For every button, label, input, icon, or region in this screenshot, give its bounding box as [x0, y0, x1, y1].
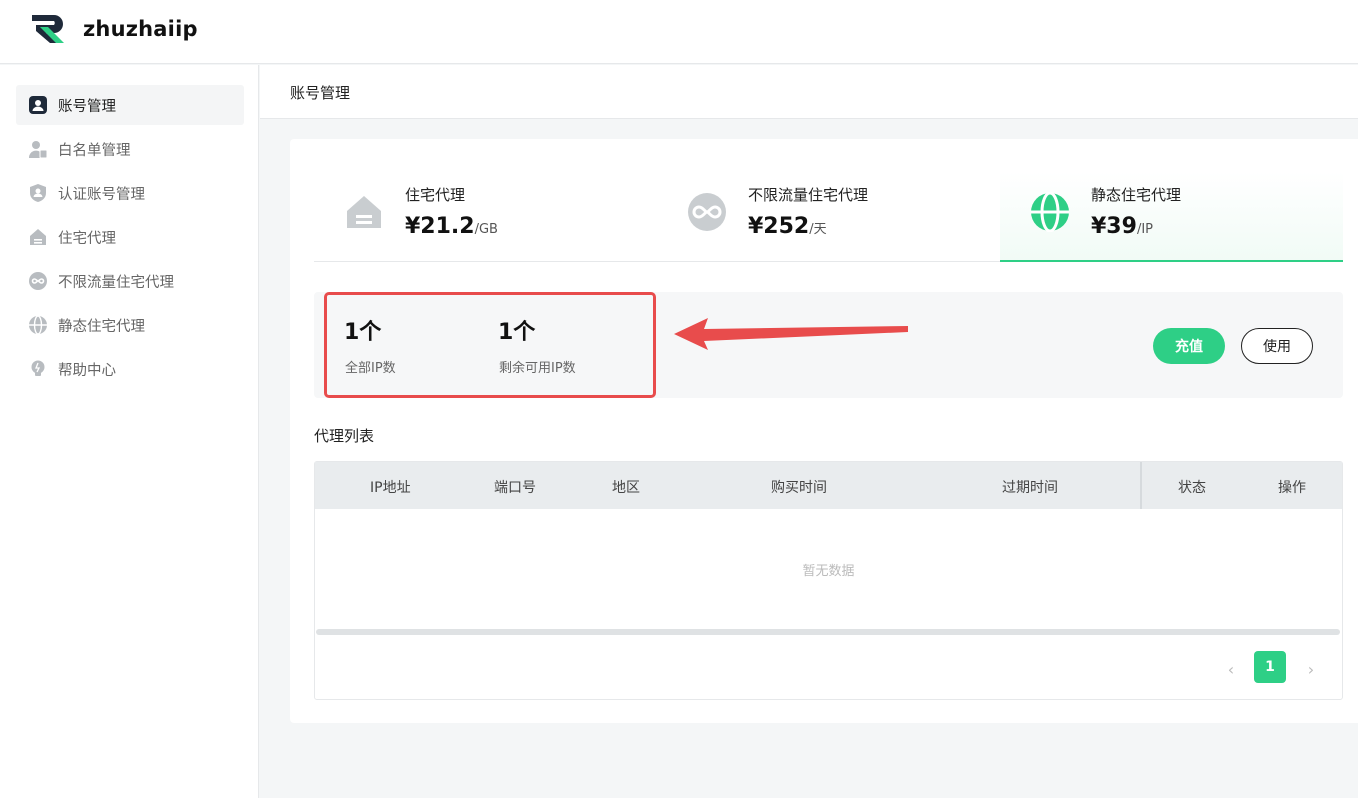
empty-state-text: 暂无数据 — [802, 564, 855, 579]
sidebar-item-label: 不限流量住宅代理 — [58, 274, 174, 291]
column-header-actions: 操作 — [1278, 480, 1306, 496]
column-header-region: 地区 — [612, 480, 640, 496]
proxy-table: IP地址 端口号 地区 购买时间 过期时间 状态 操作 暂无数据 ‹ 1 › — [314, 461, 1343, 700]
infinity-icon — [687, 192, 727, 232]
sidebar-item-auth-accounts[interactable]: 认证账号管理 — [16, 173, 244, 213]
table-header: IP地址 端口号 地区 购买时间 过期时间 状态 操作 — [315, 462, 1342, 509]
user-icon — [28, 95, 48, 115]
page-title: 账号管理 — [290, 84, 351, 102]
tab-name: 不限流量住宅代理 — [748, 186, 869, 204]
pagination-prev-button[interactable]: ‹ — [1221, 654, 1241, 684]
lightbulb-icon — [28, 359, 48, 379]
sidebar-item-unlimited[interactable]: 不限流量住宅代理 — [16, 261, 244, 301]
tab-residential[interactable]: 住宅代理 ¥21.2/GB — [314, 172, 657, 261]
tab-unlimited[interactable]: 不限流量住宅代理 ¥252/天 — [657, 172, 1000, 261]
brand-name[interactable]: zhuzhaiip — [83, 17, 198, 41]
house-icon — [28, 227, 48, 247]
annotation-arrow-icon — [674, 318, 908, 350]
sidebar-item-label: 账号管理 — [58, 98, 116, 115]
tab-unit: /IP — [1136, 222, 1153, 237]
globe-icon — [28, 315, 48, 335]
column-header-ip: IP地址 — [370, 480, 411, 496]
total-ip-label: 全部IP数 — [345, 361, 396, 376]
proxy-list-title: 代理列表 — [314, 427, 375, 445]
use-button[interactable]: 使用 — [1241, 328, 1313, 364]
tab-unit: /天 — [809, 222, 827, 237]
column-header-status: 状态 — [1178, 480, 1206, 496]
sidebar-item-whitelist[interactable]: 白名单管理 — [16, 129, 244, 169]
top-bar: zhuzhaiip — [0, 0, 1358, 64]
recharge-button[interactable]: 充值 — [1153, 328, 1225, 364]
column-header-expire-time: 过期时间 — [1002, 480, 1058, 496]
pagination-next-button[interactable]: › — [1301, 654, 1321, 684]
infinity-icon — [28, 271, 48, 291]
total-ip-count: 1个 — [344, 320, 382, 345]
main-content: 账号管理 住宅代理 ¥21.2/GB 不限流量住宅代理 ¥252/天 静态住宅代… — [260, 65, 1358, 798]
sidebar-item-label: 认证账号管理 — [58, 186, 145, 203]
page-header: 账号管理 — [260, 65, 1358, 119]
sidebar-item-help[interactable]: 帮助中心 — [16, 349, 244, 389]
tab-name: 住宅代理 — [405, 186, 466, 204]
pagination-page-button[interactable]: 1 — [1254, 651, 1286, 683]
account-card: 住宅代理 ¥21.2/GB 不限流量住宅代理 ¥252/天 静态住宅代理 ¥39… — [290, 139, 1358, 723]
tab-price: ¥252/天 — [748, 214, 827, 239]
sidebar-item-account[interactable]: 账号管理 — [16, 85, 244, 125]
sidebar-item-label: 白名单管理 — [58, 142, 131, 159]
shield-user-icon — [28, 183, 48, 203]
tab-price: ¥39/IP — [1091, 214, 1153, 239]
tab-price: ¥21.2/GB — [405, 214, 498, 239]
remaining-ip-count: 1个 — [498, 320, 536, 345]
horizontal-scrollbar[interactable] — [316, 629, 1340, 635]
tab-name: 静态住宅代理 — [1091, 186, 1182, 204]
brand-logo-icon[interactable] — [30, 13, 72, 45]
column-header-purchase-time: 购买时间 — [771, 480, 827, 496]
house-icon — [344, 192, 384, 232]
tab-static[interactable]: 静态住宅代理 ¥39/IP — [1000, 172, 1343, 262]
sidebar-item-label: 帮助中心 — [58, 362, 116, 379]
product-tabs: 住宅代理 ¥21.2/GB 不限流量住宅代理 ¥252/天 静态住宅代理 ¥39… — [314, 172, 1343, 262]
sidebar-item-static[interactable]: 静态住宅代理 — [16, 305, 244, 345]
ip-stats-panel: 1个 全部IP数 1个 剩余可用IP数 充值 使用 — [314, 292, 1343, 398]
sidebar-item-label: 静态住宅代理 — [58, 318, 145, 335]
whitelist-user-icon — [28, 139, 48, 159]
sidebar: 账号管理 白名单管理 认证账号管理 住宅代理 不限流量住宅代理 静态住宅代理 帮… — [0, 65, 259, 798]
fixed-column-divider — [1140, 462, 1142, 509]
tab-unit: /GB — [474, 222, 498, 237]
remaining-ip-label: 剩余可用IP数 — [499, 361, 576, 376]
globe-icon — [1030, 192, 1070, 232]
sidebar-item-label: 住宅代理 — [58, 230, 116, 247]
sidebar-item-residential[interactable]: 住宅代理 — [16, 217, 244, 257]
column-header-port: 端口号 — [494, 480, 536, 496]
